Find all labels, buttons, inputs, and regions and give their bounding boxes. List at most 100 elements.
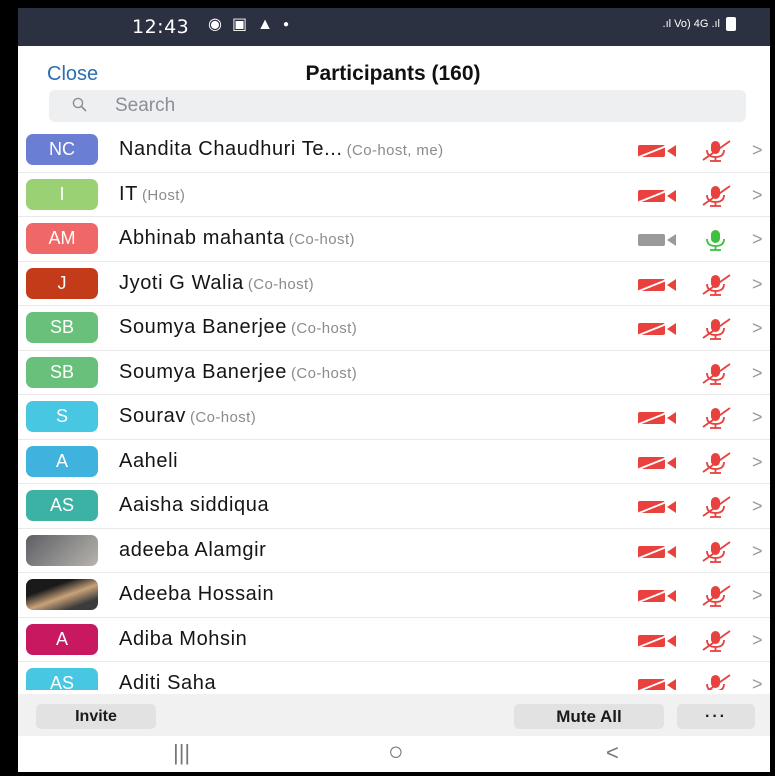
- avatar: S: [26, 401, 98, 433]
- participant-row[interactable]: SB Soumya Banerjee (Co-host) >: [8, 306, 770, 351]
- participant-row[interactable]: AS Aditi Saha >: [8, 662, 770, 690]
- chevron-right-icon[interactable]: >: [752, 496, 763, 517]
- video-off-icon: [638, 186, 676, 203]
- signal-text: .ıl Vo) 4G .ıl: [662, 18, 720, 30]
- more-options-button[interactable]: ···: [677, 704, 755, 729]
- participant-name: Soumya Banerjee: [119, 360, 287, 383]
- mic-muted-icon: [702, 362, 731, 385]
- mic-on-icon: [706, 230, 725, 251]
- participant-row[interactable]: adeeba Alamgir >: [8, 529, 770, 573]
- mic-muted-icon: [702, 451, 731, 474]
- video-off-icon: [638, 676, 676, 690]
- mute-all-button[interactable]: Mute All: [514, 704, 664, 729]
- mic-muted-icon: [702, 585, 731, 607]
- mic-muted-icon: [702, 629, 731, 652]
- participant-row[interactable]: NC Nandita Chaudhuri Te... (Co-host, me) >: [8, 128, 770, 173]
- chevron-right-icon[interactable]: >: [752, 630, 763, 651]
- mic-muted-icon: [702, 273, 731, 296]
- back-nav-icon[interactable]: <: [606, 740, 619, 766]
- search-input[interactable]: [115, 90, 715, 122]
- participant-name: Sourav: [119, 405, 186, 428]
- avatar: AM: [26, 223, 98, 255]
- avatar: J: [26, 267, 98, 299]
- video-off-icon: [638, 409, 676, 425]
- participant-role: (Co-host): [288, 231, 355, 249]
- screen-edge: [8, 8, 18, 772]
- participant-name: Aaheli: [119, 449, 179, 472]
- participant-row[interactable]: A Adiba Mohsin >: [8, 618, 770, 662]
- mic-muted-icon: [702, 184, 731, 207]
- participant-name: IT: [119, 182, 138, 205]
- participant-name-cell: Abhinab mahanta (Co-host): [119, 227, 355, 250]
- recents-nav-icon[interactable]: |||: [173, 740, 190, 766]
- status-bar: 12:43 ◉ ▣ ▲ ● .ıl Vo) 4G .ıl: [8, 8, 770, 46]
- participant-name-cell: Soumya Banerjee (Co-host): [119, 316, 357, 339]
- chevron-right-icon[interactable]: >: [752, 452, 763, 473]
- avatar: AS: [26, 490, 98, 522]
- participant-list: NC Nandita Chaudhuri Te... (Co-host, me) > I…: [8, 128, 770, 690]
- mic-muted-icon: [702, 318, 731, 340]
- participant-row[interactable]: I IT (Host) >: [8, 173, 770, 217]
- participant-name-cell: Aaheli: [119, 450, 178, 473]
- chevron-right-icon[interactable]: >: [752, 363, 763, 384]
- participant-name-cell: Jyoti G Walia (Co-host): [119, 272, 314, 295]
- chevron-right-icon[interactable]: >: [752, 274, 763, 295]
- participant-name: Aaisha siddiqua: [119, 494, 270, 517]
- avatar: I: [26, 178, 98, 210]
- chevron-right-icon[interactable]: >: [752, 185, 763, 206]
- app-window: 12:43 ◉ ▣ ▲ ● .ıl Vo) 4G .ıl Close Parti…: [8, 8, 770, 772]
- chevron-right-icon[interactable]: >: [752, 407, 763, 428]
- participant-name: Soumya Banerjee: [119, 316, 287, 339]
- participant-name-cell: Soumya Banerjee (Co-host): [119, 361, 357, 384]
- participant-row[interactable]: Adeeba Hossain >: [8, 573, 770, 618]
- participant-role: (Co-host): [290, 320, 358, 338]
- video-on-icon: [638, 234, 676, 246]
- participant-role: (Co-host): [247, 275, 314, 293]
- participant-name-cell: Adiba Mohsin: [119, 628, 247, 651]
- avatar: [26, 579, 98, 611]
- participant-name: Adeeba Hossain: [119, 583, 275, 606]
- participant-row[interactable]: AM Abhinab mahanta (Co-host) >: [8, 217, 770, 262]
- participant-row[interactable]: SB Soumya Banerjee (Co-host) >: [8, 351, 770, 395]
- search-icon: [72, 97, 87, 112]
- participant-name: Nandita Chaudhuri Te...: [119, 138, 343, 161]
- home-nav-icon[interactable]: ○: [388, 736, 404, 767]
- participant-name-cell: IT (Host): [119, 183, 185, 206]
- video-off-icon: [638, 320, 676, 336]
- participant-name-cell: Aditi Saha: [119, 672, 216, 690]
- dot-icon: ●: [282, 19, 289, 30]
- chevron-right-icon[interactable]: >: [752, 229, 763, 250]
- invite-button[interactable]: Invite: [36, 704, 156, 729]
- status-icons-right: .ıl Vo) 4G .ıl: [663, 17, 736, 31]
- participant-name-cell: adeeba Alamgir: [119, 539, 266, 562]
- search-bar[interactable]: [49, 90, 746, 122]
- participant-name: Aditi Saha: [119, 672, 217, 690]
- android-nav-bar: ||| ○ <: [8, 736, 770, 772]
- video-off-icon: [638, 631, 676, 648]
- avatar: SB: [26, 312, 98, 344]
- drive-icon: ▲: [257, 16, 273, 33]
- gallery-icon: ▣: [231, 16, 248, 33]
- chevron-right-icon[interactable]: >: [752, 585, 763, 606]
- participant-name-cell: Aaisha siddiqua: [119, 494, 269, 517]
- mic-muted-icon: [706, 674, 731, 690]
- chevron-right-icon[interactable]: >: [752, 541, 763, 562]
- mic-muted-icon: [702, 407, 731, 429]
- participant-name-cell: Adeeba Hossain: [119, 583, 274, 606]
- participant-row[interactable]: J Jyoti G Walia (Co-host) >: [8, 262, 770, 306]
- chevron-right-icon[interactable]: >: [752, 318, 763, 339]
- chevron-right-icon[interactable]: >: [752, 674, 763, 690]
- video-off-icon: [638, 142, 676, 158]
- video-off-icon: [638, 498, 676, 514]
- participant-name: Adiba Mohsin: [119, 627, 248, 650]
- video-off-icon: [638, 453, 676, 470]
- avatar: SB: [26, 356, 98, 388]
- avatar: AS: [26, 668, 98, 690]
- participant-row[interactable]: A Aaheli >: [8, 440, 770, 484]
- chevron-right-icon[interactable]: >: [752, 140, 763, 161]
- participant-name: Abhinab mahanta: [119, 227, 285, 250]
- participant-row[interactable]: AS Aaisha siddiqua >: [8, 484, 770, 529]
- video-off-icon: [638, 275, 676, 292]
- participant-row[interactable]: S Sourav (Co-host) >: [8, 395, 770, 440]
- participant-role: (Co-host): [189, 409, 257, 427]
